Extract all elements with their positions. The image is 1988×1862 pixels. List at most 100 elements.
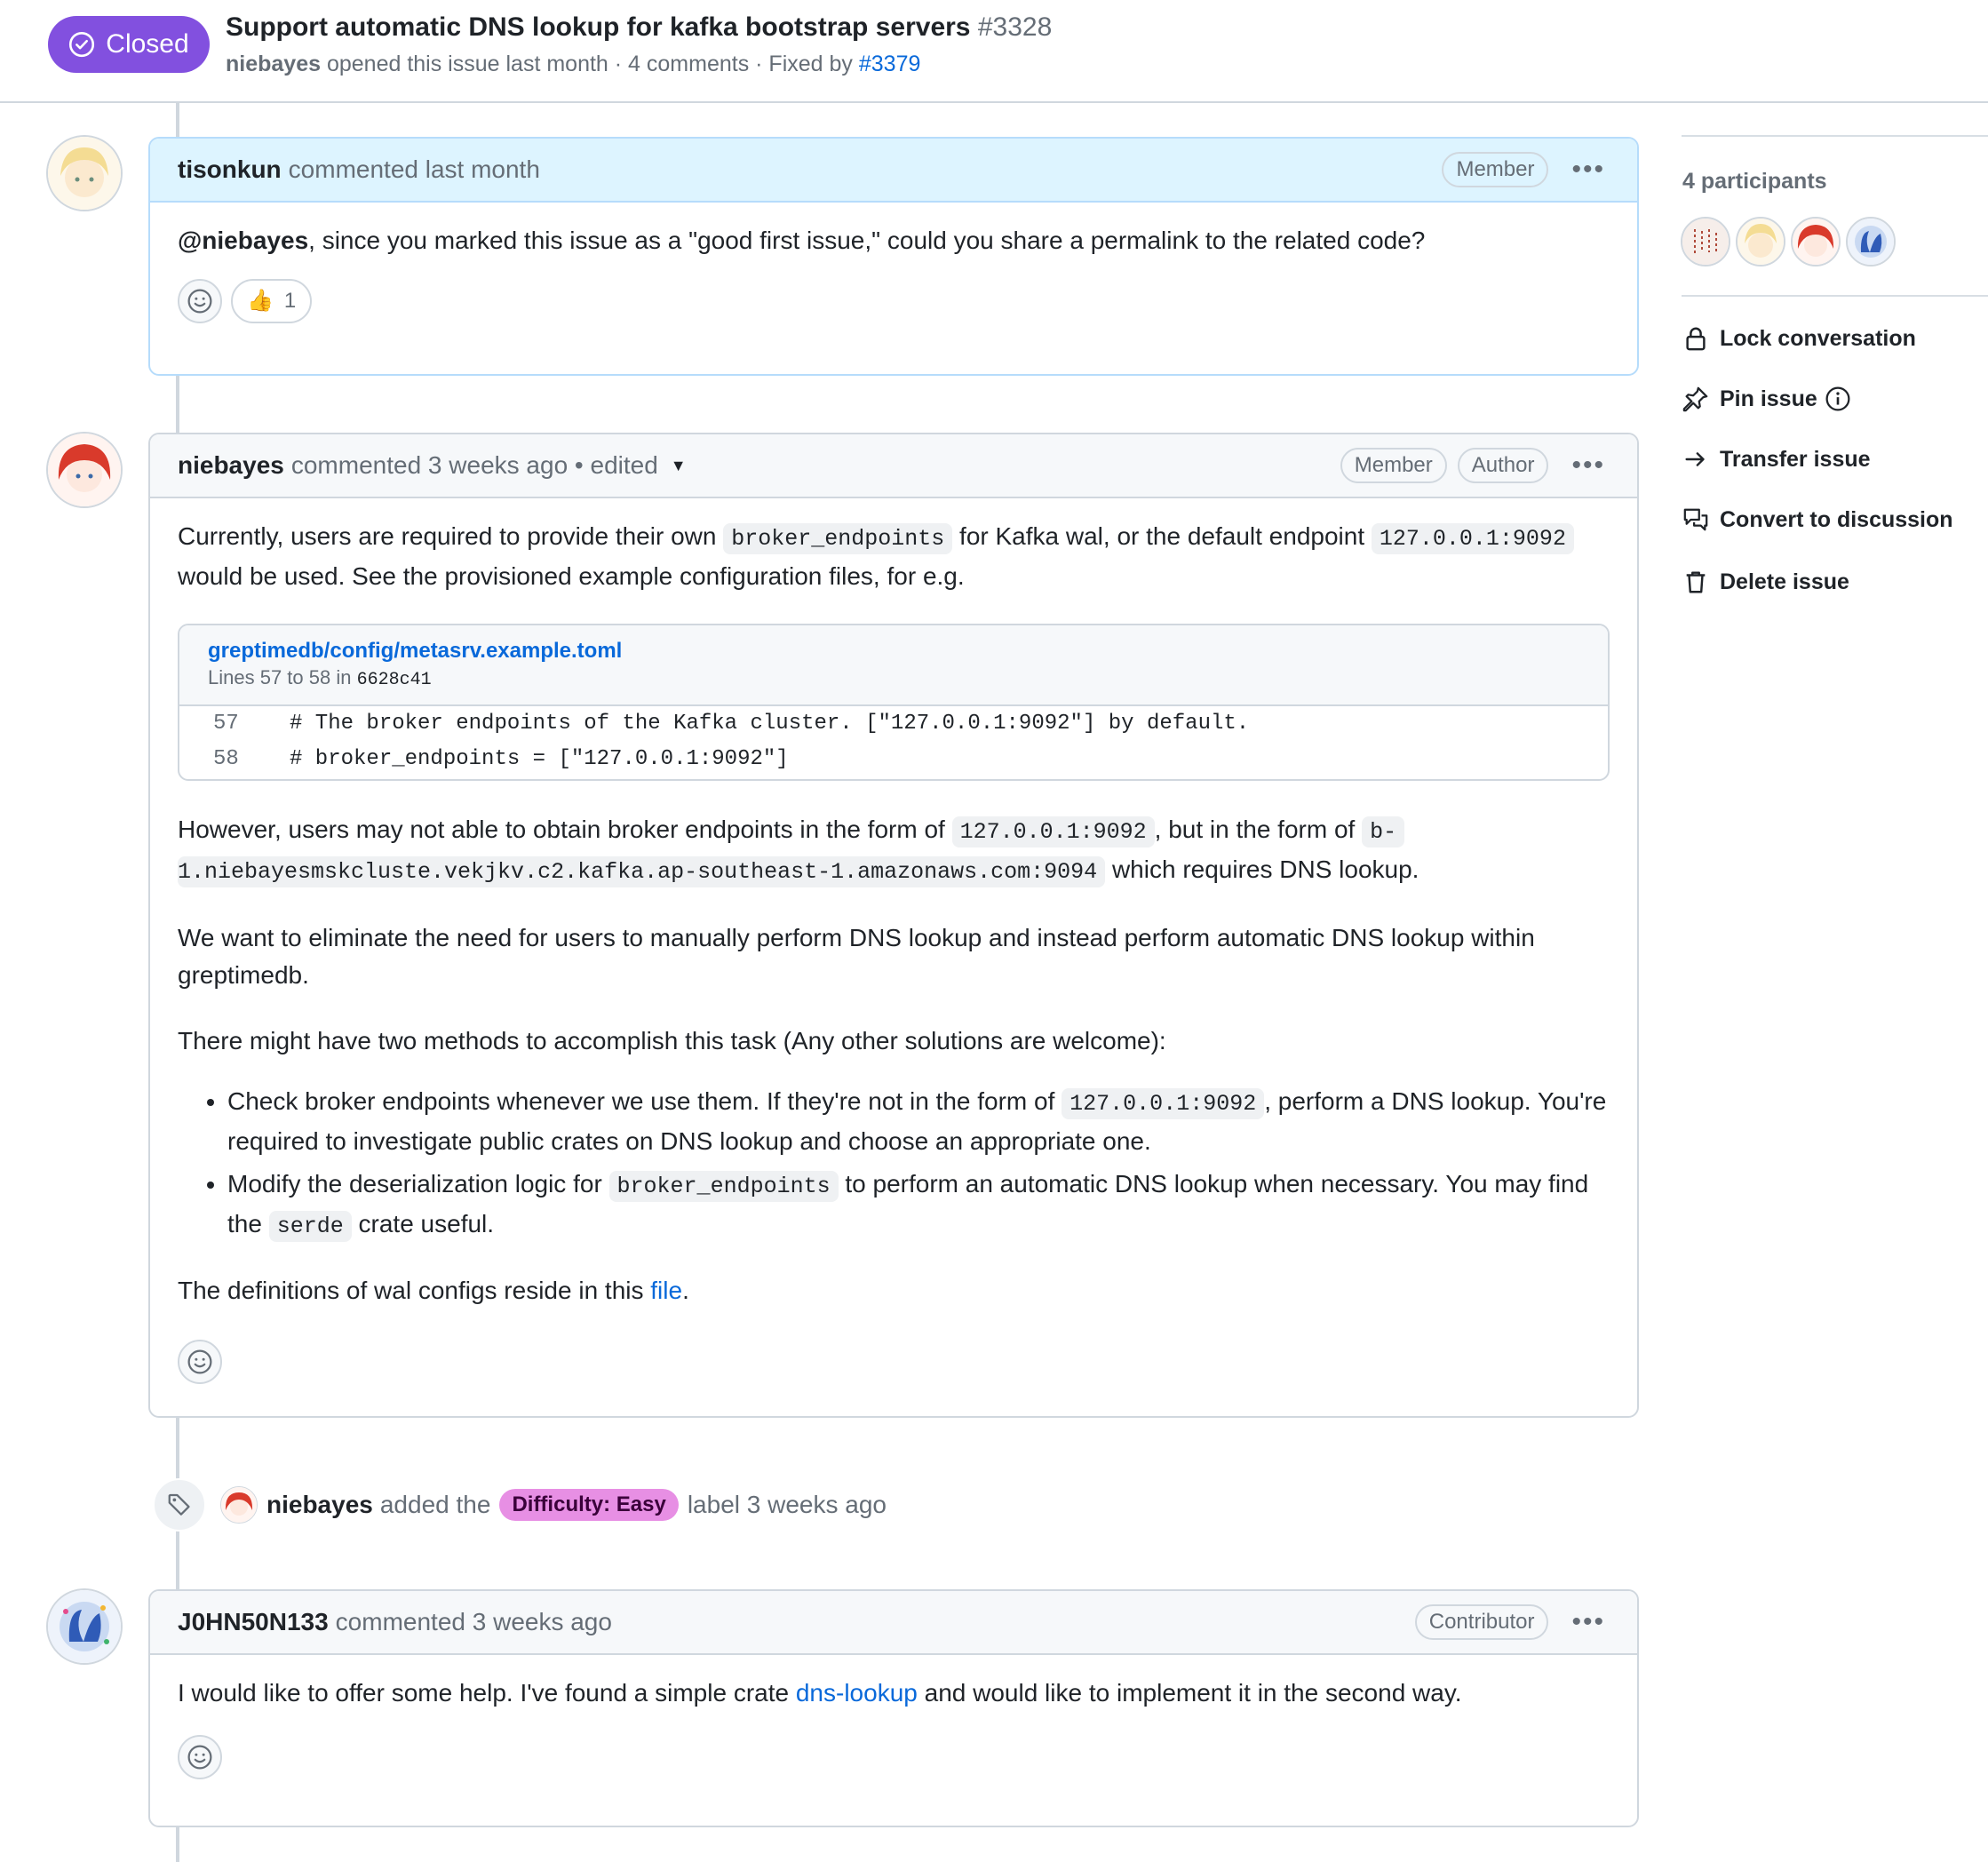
sidebar-divider [1682, 135, 1988, 137]
comment-card-j0hn50n133: J0HN50N133 commented 3 weeks ago Contrib… [148, 1589, 1639, 1827]
lock-conversation-label: Lock conversation [1720, 325, 1916, 351]
more-options-icon[interactable]: ••• [1571, 1609, 1605, 1635]
smiley-icon [187, 289, 212, 314]
line-number[interactable]: 57 [179, 706, 290, 742]
issue-header: Closed Support automatic DNS lookup for … [0, 0, 1988, 103]
comment-author[interactable]: niebayes [178, 451, 284, 480]
participant-avatar[interactable] [1681, 217, 1730, 267]
mention-link[interactable]: @niebayes [178, 227, 308, 254]
role-badge-member: Member [1340, 448, 1447, 483]
paragraph-text: We want to eliminate the need for users … [178, 924, 1535, 989]
convert-to-discussion-button[interactable]: Convert to discussion [1682, 506, 1953, 533]
avatar-niebayes[interactable] [46, 432, 123, 508]
comment-header: tisonkun commented last month Member ••• [150, 139, 1637, 203]
add-reaction-button[interactable] [178, 279, 222, 323]
thumbs-up-icon: 👍 [247, 289, 274, 313]
line-number[interactable]: 58 [179, 742, 290, 777]
more-options-icon[interactable]: ••• [1571, 156, 1605, 183]
fixed-by-link[interactable]: #3379 [859, 52, 921, 76]
code-line: 57 # The broker endpoints of the Kafka c… [179, 706, 1608, 742]
pin-issue-button[interactable]: Pin issue [1682, 386, 1851, 412]
avatar-j0hn50n133[interactable] [46, 1588, 123, 1665]
thumbs-up-reaction[interactable]: 👍 1 [231, 279, 313, 323]
inline-code: broker_endpoints [608, 1171, 839, 1202]
paragraph-text: for Kafka wal, or the default endpoint [959, 522, 1365, 550]
inline-code: 127.0.0.1:9092 [1371, 523, 1574, 554]
more-options-icon[interactable]: ••• [1571, 452, 1605, 479]
list-item-text: crate useful. [358, 1210, 495, 1237]
list-item-text: Check broker endpoints whenever we use t… [227, 1087, 1055, 1115]
issue-opened-text: opened this issue last month · 4 comment… [326, 52, 853, 76]
add-reaction-button[interactable] [178, 1735, 222, 1779]
snippet-lines-label: Lines 57 to 58 in [208, 666, 352, 688]
snippet-commit-link[interactable]: 6628c41 [357, 670, 432, 690]
role-badge-contributor: Contributor [1414, 1604, 1549, 1640]
comment-author[interactable]: J0HN50N133 [178, 1608, 329, 1636]
pin-icon [1682, 386, 1708, 412]
comment-card-niebayes: niebayes commented 3 weeks ago • edited … [148, 433, 1639, 1418]
delete-issue-button[interactable]: Delete issue [1682, 569, 1849, 595]
code-text: # broker_endpoints = ["127.0.0.1:9092"] [290, 747, 789, 771]
issue-author-link[interactable]: niebayes [226, 52, 321, 76]
paragraph-text: which requires DNS lookup. [1111, 855, 1419, 883]
snippet-header: greptimedb/config/metasrv.example.toml L… [179, 625, 1608, 706]
paragraph-text: There might have two methods to accompli… [178, 1027, 1166, 1054]
reaction-count: 1 [283, 289, 297, 313]
comment-discussion-icon [1683, 508, 1708, 531]
paragraph-text: . [682, 1277, 689, 1304]
smiley-icon [187, 1349, 212, 1374]
paragraph-text: However, users may not able to obtain br… [178, 816, 945, 843]
lock-conversation-button[interactable]: Lock conversation [1682, 325, 1916, 352]
smiley-icon [187, 1745, 212, 1770]
participants-heading: 4 participants [1682, 169, 1827, 194]
paragraph-text: would be used. See the provisioned examp… [178, 562, 965, 590]
comment-text: and would like to implement it in the se… [924, 1679, 1462, 1707]
comment-text: , since you marked this issue as a "good… [308, 227, 1426, 254]
comment-timestamp[interactable]: commented 3 weeks ago • edited [291, 451, 658, 480]
paragraph-text: , but in the form of [1154, 816, 1356, 843]
status-label: Closed [106, 29, 189, 59]
list-item-text: Modify the deserialization logic for [227, 1170, 602, 1198]
comment-author[interactable]: tisonkun [178, 155, 282, 184]
inline-code: 1.niebayesmskcluste.vekjkv.c2.kafka.ap-s… [178, 856, 1106, 887]
add-reaction-button[interactable] [178, 1340, 222, 1384]
file-link[interactable]: file [650, 1277, 682, 1304]
role-badge-member: Member [1442, 152, 1549, 187]
snippet-file-link[interactable]: greptimedb/config/metasrv.example.toml [208, 638, 1579, 664]
info-icon[interactable] [1825, 386, 1851, 412]
issue-title: Support automatic DNS lookup for kafka b… [226, 12, 1052, 43]
role-badge-author: Author [1457, 448, 1549, 483]
participant-avatar[interactable] [1791, 217, 1841, 267]
participant-avatar[interactable] [1846, 217, 1896, 267]
check-circle-icon [69, 31, 95, 58]
inline-code: b- [1362, 816, 1405, 847]
paragraph-text: The definitions of wal configs reside in… [178, 1277, 644, 1304]
edited-dropdown-icon[interactable]: ▼ [671, 457, 687, 475]
participants-list [1681, 217, 1896, 267]
comment-body: Currently, users are required to provide… [150, 498, 1637, 1405]
avatar-tisonkun[interactable] [46, 135, 123, 211]
comment-timestamp[interactable]: commented 3 weeks ago [336, 1608, 612, 1636]
event-actor[interactable]: niebayes [266, 1491, 373, 1519]
trash-icon [1686, 571, 1706, 593]
event-text: label 3 weeks ago [687, 1491, 887, 1518]
difficulty-label[interactable]: Difficulty: Easy [499, 1489, 679, 1521]
dns-lookup-link[interactable]: dns-lookup [796, 1679, 918, 1707]
inline-code: broker_endpoints [723, 523, 953, 554]
list-item: Check broker endpoints whenever we use t… [227, 1083, 1610, 1160]
inline-code: 127.0.0.1:9092 [1062, 1088, 1265, 1119]
paragraph-text: Currently, users are required to provide… [178, 522, 717, 550]
inline-code: 127.0.0.1:9092 [951, 816, 1155, 847]
comment-timestamp[interactable]: commented last month [289, 155, 540, 184]
list-item: Modify the deserialization logic for bro… [227, 1166, 1610, 1245]
transfer-issue-button[interactable]: Transfer issue [1682, 446, 1871, 473]
inline-code: serde [268, 1211, 352, 1242]
issue-title-text: Support automatic DNS lookup for kafka b… [226, 12, 971, 42]
methods-list: Check broker endpoints whenever we use t… [178, 1083, 1610, 1245]
snippet-code: 57 # The broker endpoints of the Kafka c… [179, 706, 1608, 779]
actor-avatar[interactable] [220, 1486, 258, 1524]
participant-avatar[interactable] [1736, 217, 1785, 267]
arrow-right-icon [1685, 452, 1705, 466]
tag-icon [153, 1478, 206, 1532]
comment-body: I would like to offer some help. I've fo… [150, 1655, 1637, 1801]
